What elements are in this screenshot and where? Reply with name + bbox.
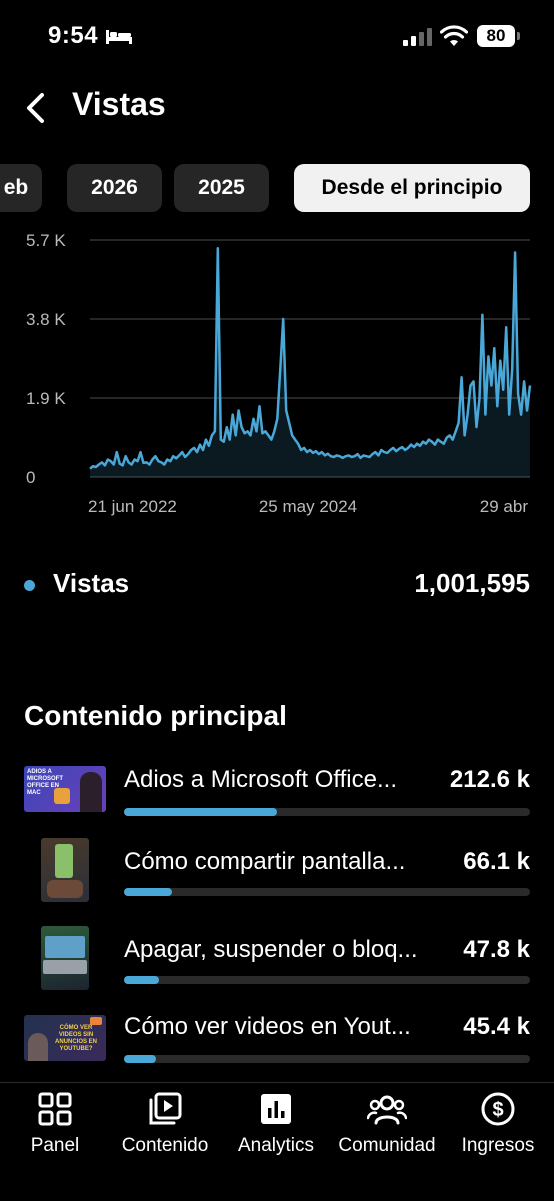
period-chip-partial[interactable]: eb xyxy=(0,164,42,212)
nav-label: Ingresos xyxy=(461,1135,535,1156)
office-logo-icon xyxy=(54,788,70,804)
top-content-item[interactable]: CÓMO VER VIDEOS SIN ANUNCIOS EN YOUTUBE?… xyxy=(0,1013,554,1093)
video-thumbnail xyxy=(41,838,89,902)
item-views-bar xyxy=(124,1055,530,1063)
nav-analytics[interactable]: Analytics xyxy=(221,1091,331,1157)
x-tick-label: 25 may 2024 xyxy=(259,497,357,516)
item-views-bar xyxy=(124,976,530,984)
laptop-keyboard-shape xyxy=(43,960,87,974)
page-title: Vistas xyxy=(72,86,166,122)
people-icon xyxy=(367,1095,407,1125)
period-chip-2026[interactable]: 2026 xyxy=(67,164,162,212)
legend-dot xyxy=(24,580,35,591)
top-content-title: Contenido principal xyxy=(24,700,287,731)
x-tick-label: 21 jun 2022 xyxy=(88,497,177,516)
back-arrow-icon[interactable] xyxy=(20,90,54,126)
nav-label: Comunidad xyxy=(338,1135,436,1156)
presenter-figure xyxy=(80,772,102,812)
x-tick-label: 29 abr xyxy=(480,497,529,516)
bar-chart-icon xyxy=(261,1094,291,1124)
nav-label: Analytics xyxy=(237,1135,315,1156)
top-content-item[interactable]: Apagar, suspender o bloq... 47.8 k xyxy=(0,926,554,1006)
nav-comunidad[interactable]: Comunidad xyxy=(332,1091,442,1157)
presenter-figure xyxy=(28,1033,48,1061)
status-bar: 9:54 80 xyxy=(0,0,554,74)
nav-contenido[interactable]: Contenido xyxy=(110,1091,220,1157)
grid-icon xyxy=(38,1092,72,1126)
top-content-item[interactable]: ADIOS A MICROSOFT OFFICE EN MAC Adios a … xyxy=(0,766,554,846)
youtube-logo-icon xyxy=(90,1017,102,1025)
top-content-item[interactable]: Cómo compartir pantalla... 66.1 k xyxy=(0,838,554,918)
video-library-icon xyxy=(149,1092,182,1125)
nav-label: Contenido xyxy=(121,1135,209,1156)
laptop-screen-shape xyxy=(45,936,85,958)
sleep-icon xyxy=(106,30,132,44)
views-series-line xyxy=(89,247,532,470)
y-tick-label: 3.8 K xyxy=(26,310,66,329)
item-views-bar xyxy=(124,888,530,896)
metric-total: 1,001,595 xyxy=(414,568,530,598)
item-title: Apagar, suspender o bloq... xyxy=(124,936,418,963)
cellular-signal-icon xyxy=(403,28,432,46)
item-title: Adios a Microsoft Office... xyxy=(124,766,397,793)
item-views: 47.8 k xyxy=(463,936,530,963)
thumbnail-caption: CÓMO VER VIDEOS SIN ANUNCIOS EN YOUTUBE? xyxy=(54,1025,97,1052)
y-tick-label: 0 xyxy=(26,468,35,487)
period-chip-all-time[interactable]: Desde el principio xyxy=(294,164,530,212)
video-thumbnail: ADIOS A MICROSOFT OFFICE EN MAC xyxy=(24,766,106,812)
y-tick-label: 5.7 K xyxy=(26,231,66,250)
nav-label: Panel xyxy=(30,1135,80,1156)
video-thumbnail: CÓMO VER VIDEOS SIN ANUNCIOS EN YOUTUBE? xyxy=(24,1015,106,1061)
nav-panel[interactable]: Panel xyxy=(0,1091,110,1157)
battery-tip xyxy=(517,32,520,40)
video-thumbnail xyxy=(41,926,89,990)
nav-ingresos[interactable]: $ Ingresos xyxy=(443,1091,553,1157)
views-area xyxy=(90,248,530,477)
hand-shape xyxy=(47,880,83,898)
item-views: 45.4 k xyxy=(463,1013,530,1040)
views-line-chart: 5.7 K 3.8 K 1.9 K 0 21 jun 2022 25 may 2024 2… xyxy=(26,231,532,516)
period-chip-2025[interactable]: 2025 xyxy=(174,164,269,212)
item-views: 66.1 k xyxy=(463,848,530,875)
item-title: Cómo ver videos en Yout... xyxy=(124,1013,411,1040)
metric-label: Vistas xyxy=(53,568,130,598)
dollar-icon: $ xyxy=(481,1092,515,1126)
phone-screen-shape xyxy=(55,844,73,878)
item-views: 212.6 k xyxy=(449,766,530,793)
svg-text:$: $ xyxy=(492,1099,503,1121)
y-tick-label: 1.9 K xyxy=(26,389,66,408)
bottom-navigation: Panel Contenido Analytics Comunidad $ In… xyxy=(0,1082,554,1201)
battery-indicator: 80 xyxy=(477,25,515,47)
wifi-icon xyxy=(440,25,468,46)
status-time: 9:54 xyxy=(48,22,99,49)
item-views-bar xyxy=(124,808,530,816)
item-title: Cómo compartir pantalla... xyxy=(124,848,406,875)
